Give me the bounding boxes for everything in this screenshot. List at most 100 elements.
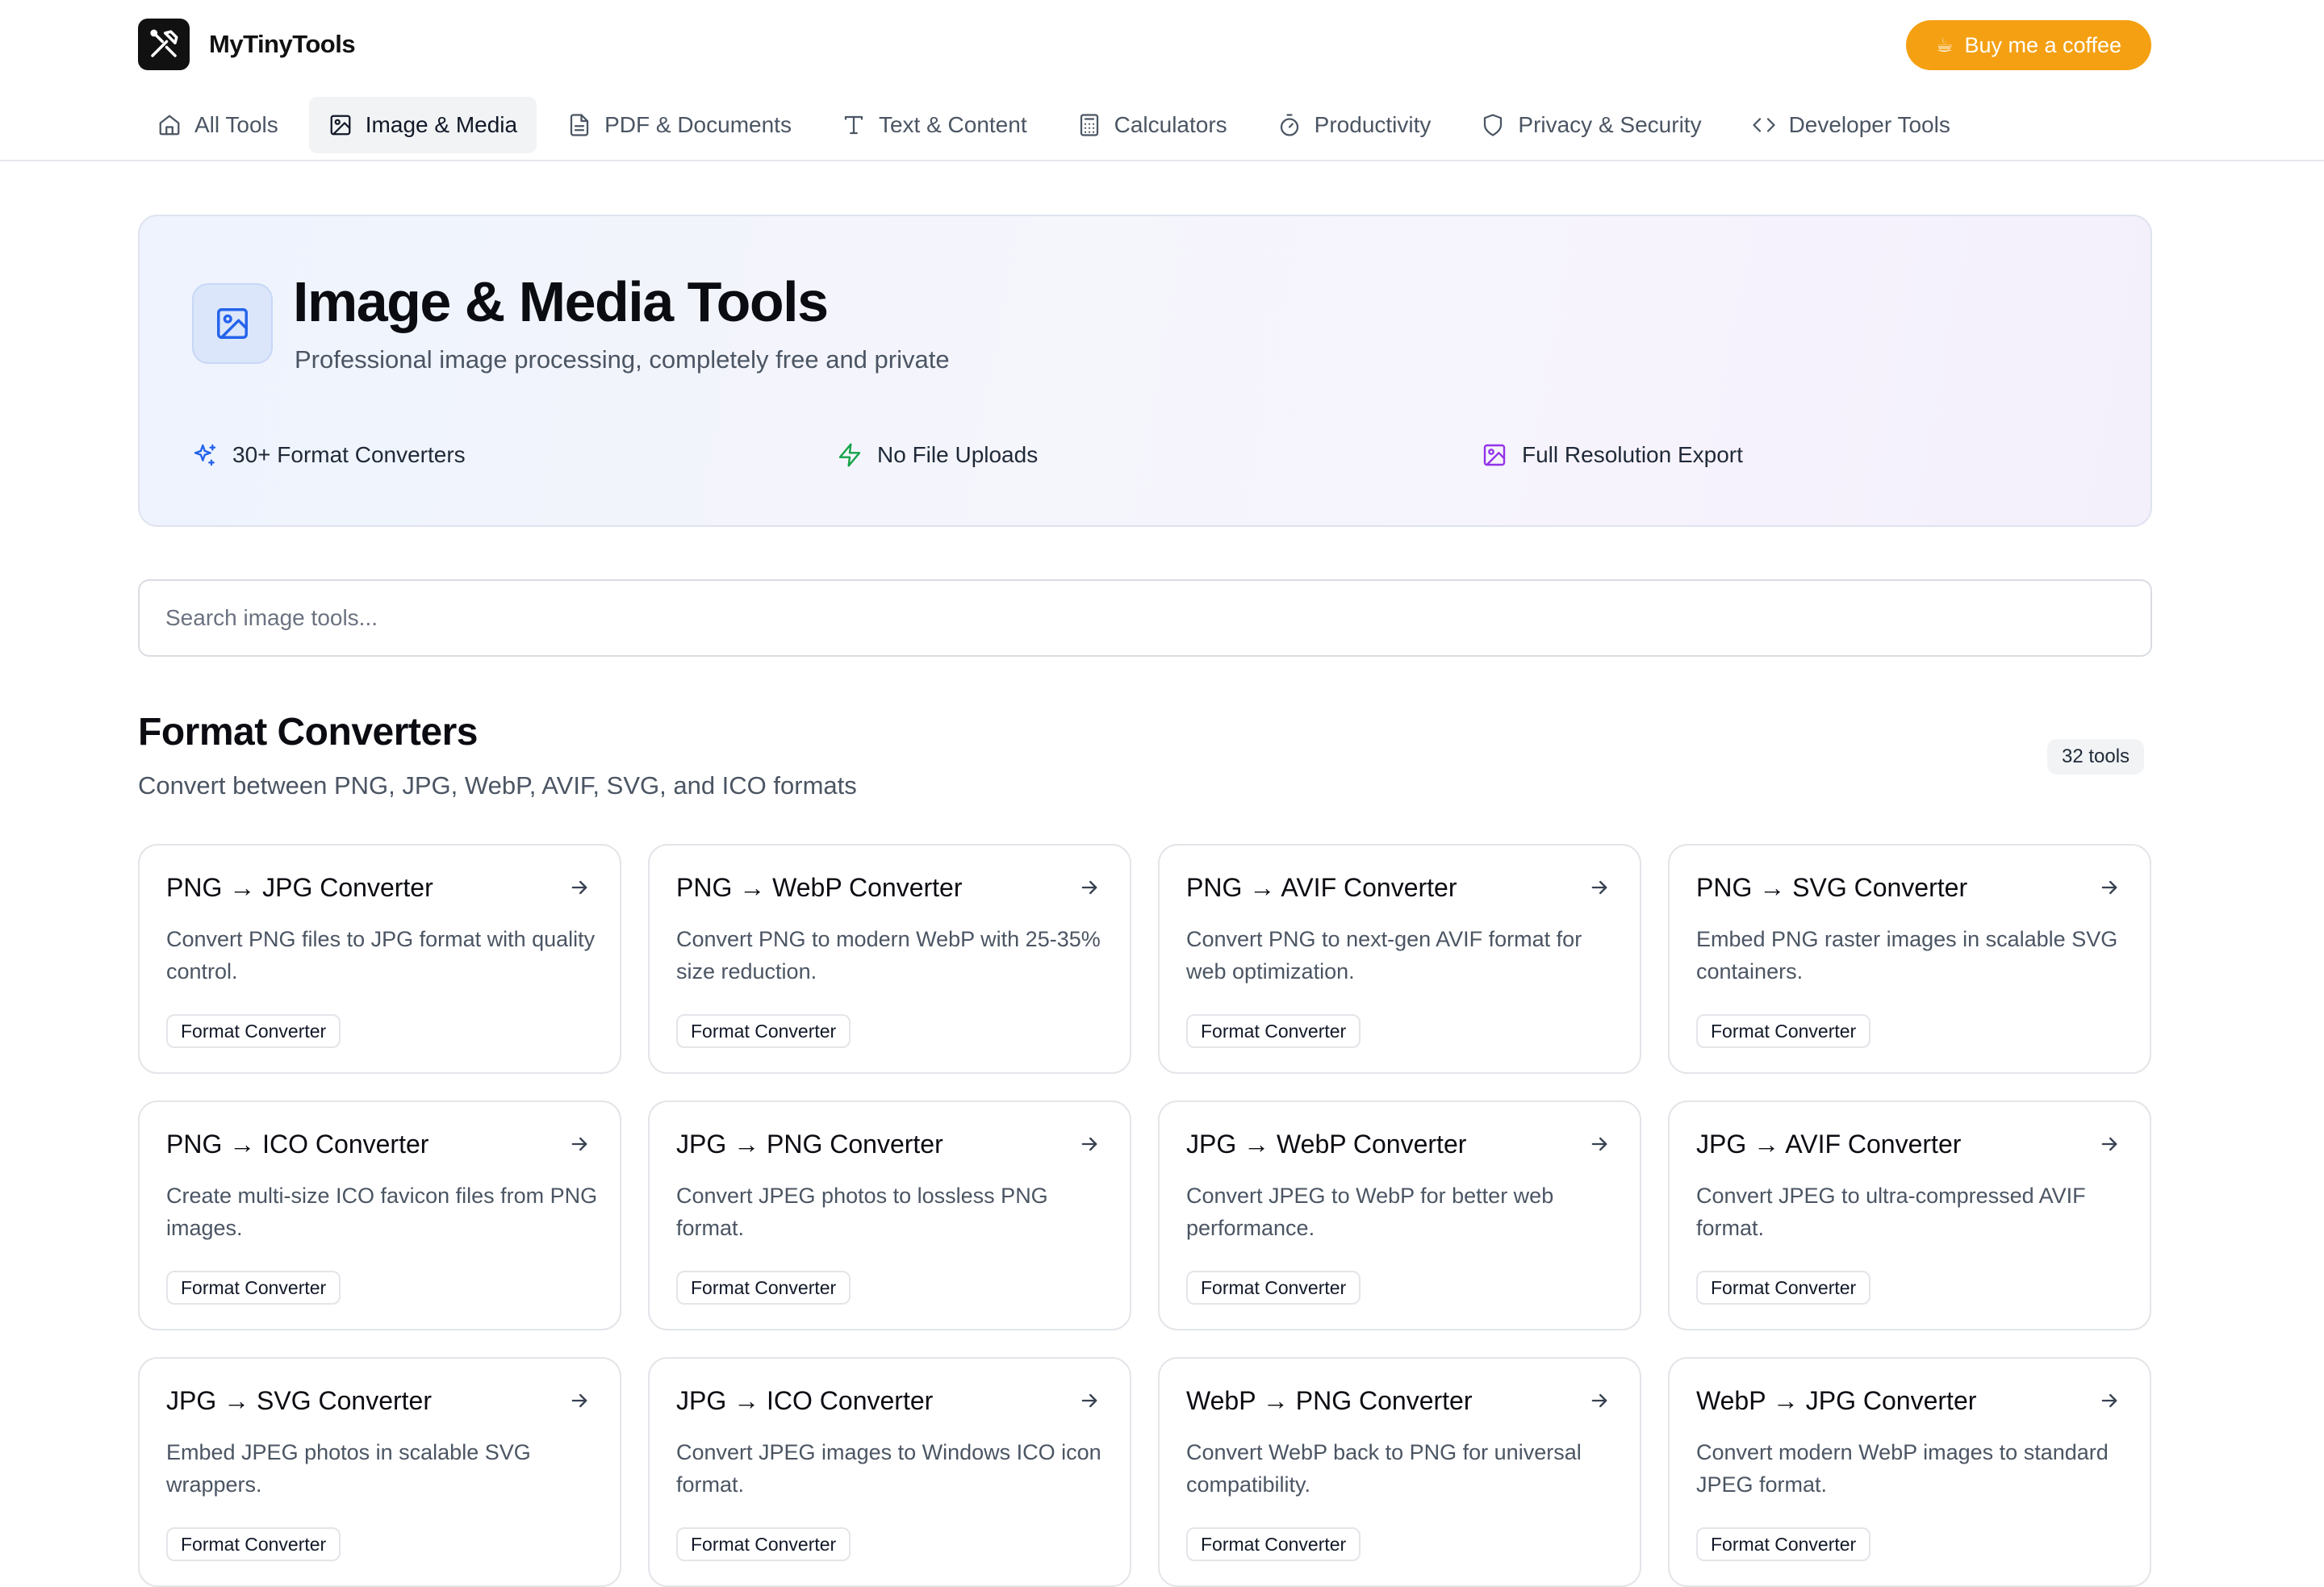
lightning-icon xyxy=(838,443,861,467)
tool-card-tag: Format Converter xyxy=(1186,1271,1361,1305)
text-icon xyxy=(844,115,863,135)
tool-card-title: JPG → WebP Converter xyxy=(1186,1130,1467,1159)
tool-card-tag: Format Converter xyxy=(166,1271,341,1305)
tool-card-description: Convert JPEG photos to lossless PNG form… xyxy=(676,1184,1048,1240)
feature-label: No File Uploads xyxy=(877,442,1039,467)
feature-no-file-uploads: No File Uploads xyxy=(837,442,1038,468)
tool-card-title: WebP → PNG Converter xyxy=(1186,1386,1473,1415)
document-icon xyxy=(570,114,589,136)
tool-card-tag: Format Converter xyxy=(1186,1014,1361,1048)
nav-item-label: Developer Tools xyxy=(1788,112,1950,137)
tool-card-tag: Format Converter xyxy=(166,1014,341,1048)
nav-item-developer-tools[interactable]: Developer Tools xyxy=(1733,97,1970,153)
tool-card-description: Embed PNG raster images in scalable SVG … xyxy=(1696,927,2118,984)
home-icon xyxy=(159,115,180,136)
tool-card-title: PNG → SVG Converter xyxy=(1696,873,1968,902)
tool-card[interactable]: JPG → AVIF Converter Convert JPEG to ult… xyxy=(1668,1100,2151,1330)
section-subtitle: Convert between PNG, JPG, WebP, AVIF, SV… xyxy=(138,771,857,800)
nav-item-label: Privacy & Security xyxy=(1518,112,1702,137)
tool-card-tag: Format Converter xyxy=(1696,1014,1871,1048)
tool-card-title: PNG → WebP Converter xyxy=(676,873,963,902)
tool-card-description: Create multi-size ICO favicon files from… xyxy=(166,1184,598,1240)
arrow-right-icon xyxy=(2101,880,2117,895)
tool-card-tag: Format Converter xyxy=(1186,1527,1361,1561)
top-header: MyTinyTools ☕ Buy me a coffee All Tools … xyxy=(0,0,2324,161)
arrow-right-icon xyxy=(1591,1137,1607,1151)
page-title: Image & Media Tools xyxy=(293,270,829,333)
feature-format-converters: 30+ Format Converters xyxy=(192,442,466,468)
arrow-right-icon xyxy=(1081,1393,1097,1408)
logo-tools-icon xyxy=(138,19,190,70)
tool-card-tag: Format Converter xyxy=(676,1271,851,1305)
tool-card-title: PNG → JPG Converter xyxy=(166,873,433,902)
search-input[interactable] xyxy=(138,579,2152,657)
tool-card[interactable]: PNG → WebP Converter Convert PNG to mode… xyxy=(648,844,1131,1074)
arrow-right-icon xyxy=(571,880,587,895)
timer-icon xyxy=(1280,114,1298,136)
tool-card-title: JPG → SVG Converter xyxy=(166,1386,432,1415)
arrow-right-icon xyxy=(2101,1137,2117,1151)
tool-card-title: PNG → ICO Converter xyxy=(166,1130,429,1159)
nav-item-label: Calculators xyxy=(1114,112,1227,137)
brand-name: MyTinyTools xyxy=(209,30,356,58)
tool-card-tag: Format Converter xyxy=(676,1014,851,1048)
tool-card[interactable]: PNG → ICO Converter Create multi-size IC… xyxy=(138,1100,621,1330)
feature-label: Full Resolution Export xyxy=(1522,442,1743,467)
brand[interactable]: MyTinyTools xyxy=(138,19,356,70)
arrow-right-icon xyxy=(1081,1137,1097,1151)
tool-card-tag: Format Converter xyxy=(1696,1271,1871,1305)
nav-item-label: Productivity xyxy=(1314,112,1432,137)
tool-card-description: Convert PNG to next-gen AVIF format for … xyxy=(1186,927,1582,984)
buy-me-a-coffee-button[interactable]: ☕ Buy me a coffee xyxy=(1906,20,2151,70)
tool-card[interactable]: JPG → SVG Converter Embed JPEG photos in… xyxy=(138,1357,621,1587)
code-icon xyxy=(1752,118,1775,132)
feature-full-resolution: Full Resolution Export xyxy=(1482,442,1743,468)
arrow-right-icon xyxy=(571,1137,587,1151)
coffee-icon: ☕ xyxy=(1935,34,1954,56)
tool-card[interactable]: WebP → JPG Converter Convert modern WebP… xyxy=(1668,1357,2151,1587)
tool-card-description: Convert WebP back to PNG for universal c… xyxy=(1186,1440,1582,1497)
calculator-icon xyxy=(1080,114,1098,136)
page-subtitle: Professional image processing, completel… xyxy=(295,345,950,374)
tool-card[interactable]: PNG → SVG Converter Embed PNG raster ima… xyxy=(1668,844,2151,1074)
arrow-right-icon xyxy=(2101,1393,2117,1408)
nav-item-text-content[interactable]: Text & Content xyxy=(822,97,1047,153)
tool-card[interactable]: JPG → ICO Converter Convert JPEG images … xyxy=(648,1357,1131,1587)
tool-card-description: Convert PNG to modern WebP with 25-35% s… xyxy=(676,927,1101,984)
image-icon xyxy=(1483,444,1506,466)
tool-card[interactable]: JPG → PNG Converter Convert JPEG photos … xyxy=(648,1100,1131,1330)
tool-card-title: PNG → AVIF Converter xyxy=(1186,873,1457,902)
coffee-button-label: Buy me a coffee xyxy=(1964,32,2122,57)
nav-item-privacy-security[interactable]: Privacy & Security xyxy=(1461,97,1720,153)
nav-item-label: Text & Content xyxy=(878,112,1027,137)
tool-card-description: Embed JPEG photos in scalable SVG wrappe… xyxy=(166,1440,531,1497)
tool-grid: PNG → JPG Converter Convert PNG files to… xyxy=(138,844,2152,1587)
arrow-right-icon xyxy=(1591,1393,1607,1408)
tool-card-description: Convert PNG files to JPG format with qua… xyxy=(166,927,596,984)
tool-card-tag: Format Converter xyxy=(166,1527,341,1561)
arrow-right-icon xyxy=(571,1393,587,1408)
tool-card-title: WebP → JPG Converter xyxy=(1696,1386,1977,1415)
arrow-right-icon xyxy=(1591,880,1607,895)
nav-item-productivity[interactable]: Productivity xyxy=(1258,97,1451,153)
tool-card-description: Convert JPEG images to Windows ICO icon … xyxy=(676,1440,1101,1497)
tool-card[interactable]: PNG → AVIF Converter Convert PNG to next… xyxy=(1158,844,1641,1074)
nav-item-image-media[interactable]: Image & Media xyxy=(308,97,537,153)
tool-card-tag: Format Converter xyxy=(1696,1527,1871,1561)
tool-card-tag: Format Converter xyxy=(676,1527,851,1561)
tool-card-title: JPG → PNG Converter xyxy=(676,1130,943,1159)
tool-card[interactable]: PNG → JPG Converter Convert PNG files to… xyxy=(138,844,621,1074)
tool-card-description: Convert JPEG to ultra-compressed AVIF fo… xyxy=(1696,1184,2086,1240)
shield-icon xyxy=(1484,114,1503,136)
tool-card-description: Convert JPEG to WebP for better web perf… xyxy=(1186,1184,1554,1240)
image-icon xyxy=(330,115,351,136)
tool-card[interactable]: JPG → WebP Converter Convert JPEG to Web… xyxy=(1158,1100,1641,1330)
tool-card[interactable]: WebP → PNG Converter Convert WebP back t… xyxy=(1158,1357,1641,1587)
tool-card-title: JPG → AVIF Converter xyxy=(1696,1130,1962,1159)
nav-item-pdf-documents[interactable]: PDF & Documents xyxy=(548,97,811,153)
arrow-right-icon xyxy=(1081,880,1097,895)
section-title: Format Converters xyxy=(138,711,478,754)
nav-item-label: Image & Media xyxy=(365,112,518,137)
nav-item-calculators[interactable]: Calculators xyxy=(1058,97,1247,153)
nav-item-all-tools[interactable]: All Tools xyxy=(138,97,298,153)
